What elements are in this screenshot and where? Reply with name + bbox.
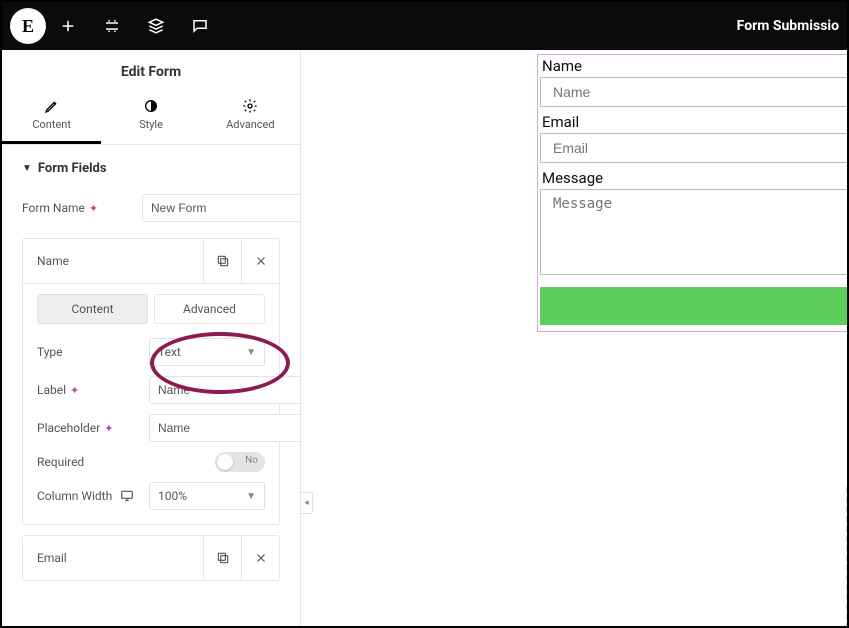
field-item-header: Email [23,536,279,580]
caret-down-icon: ▼ [22,163,32,174]
tab-style[interactable]: Style [101,90,200,144]
toggle-knob [217,454,233,470]
field-item-title[interactable]: Email [23,551,203,565]
topbar-left: E [10,2,222,50]
ai-sparkle-icon[interactable]: ✦ [89,202,98,215]
elementor-logo[interactable]: E [10,8,46,44]
close-icon [254,254,268,268]
label-input[interactable] [149,376,301,404]
duplicate-button[interactable] [203,239,241,283]
label-row: Label ✦ [37,376,265,404]
type-row: Type Text ▼ [37,338,265,366]
tab-advanced-label: Advanced [226,118,274,131]
placeholder-row: Placeholder ✦ [37,414,265,442]
remove-button[interactable] [241,536,279,580]
tab-advanced[interactable]: Advanced [201,90,300,144]
preview-canvas: Name Email Message [301,50,847,626]
form-name-label: Form Name ✦ [22,201,142,215]
placeholder-input[interactable] [149,414,301,442]
chevron-down-icon: ▼ [246,491,256,502]
copy-icon [216,254,230,268]
sidebar-collapse-handle[interactable]: ◂ [301,492,313,514]
remove-button[interactable] [241,239,279,283]
form-fields-section: ▼ Form Fields Form Name ✦ Name [2,145,300,607]
preview-submit-button[interactable] [540,287,847,325]
required-label: Required [37,455,149,469]
desktop-icon[interactable] [120,489,134,503]
form-preview[interactable]: Name Email Message [537,54,847,332]
type-select[interactable]: Text ▼ [149,338,265,366]
label-label: Label ✦ [37,383,149,397]
tab-style-label: Style [139,118,163,131]
panel-tabs: Content Style Advanced [2,90,300,145]
column-width-row: Column Width 100% ▼ [37,482,265,510]
comment-icon[interactable] [178,2,222,50]
field-sub-tabs: Content Advanced [37,294,265,324]
preview-email-input[interactable] [540,133,847,163]
field-item-body: Content Advanced Type Text ▼ [23,283,279,524]
top-bar: E Form Submissio [2,2,847,50]
column-width-label: Column Width [37,489,149,503]
add-button[interactable] [46,2,90,50]
required-toggle[interactable]: No [215,452,265,472]
form-fields-repeater: Name Content Advanced [22,238,280,581]
preview-message-input[interactable] [540,189,847,275]
preview-message-label: Message [540,169,847,187]
gear-icon [242,98,258,114]
column-width-select[interactable]: 100% ▼ [149,482,265,510]
preview-name-input[interactable] [540,77,847,107]
preview-name-label: Name [540,57,847,75]
empty-drop-zone[interactable] [846,487,847,626]
form-name-row: Form Name ✦ [22,194,280,222]
type-label: Type [37,345,149,359]
ai-sparkle-icon[interactable]: ✦ [104,422,113,435]
editor-sidebar: Edit Form Content Style Advanced ▼ Form … [2,50,301,626]
duplicate-button[interactable] [203,536,241,580]
style-icon [143,98,159,114]
ai-sparkle-icon[interactable]: ✦ [70,384,79,397]
field-item-title[interactable]: Name [23,254,203,268]
form-name-input[interactable] [142,194,301,222]
main-area: Edit Form Content Style Advanced ▼ Form … [2,50,847,626]
placeholder-label: Placeholder ✦ [37,421,149,435]
tab-content-label: Content [32,118,71,131]
copy-icon [216,551,230,565]
section-header[interactable]: ▼ Form Fields [22,161,280,176]
field-item-email: Email [22,535,280,581]
close-icon [254,551,268,565]
chevron-down-icon: ▼ [246,347,256,358]
panel-title: Edit Form [2,50,300,90]
sub-tab-content[interactable]: Content [37,294,148,324]
required-row: Required No [37,452,265,472]
sub-tab-advanced[interactable]: Advanced [154,294,265,324]
page-title: Form Submissio [737,18,839,34]
pencil-icon [44,98,60,114]
field-item-name: Name Content Advanced [22,238,280,525]
settings-icon[interactable] [90,2,134,50]
preview-email-label: Email [540,113,847,131]
field-item-header: Name [23,239,279,283]
section-title: Form Fields [38,161,107,176]
structure-icon[interactable] [134,2,178,50]
tab-content[interactable]: Content [2,90,101,144]
